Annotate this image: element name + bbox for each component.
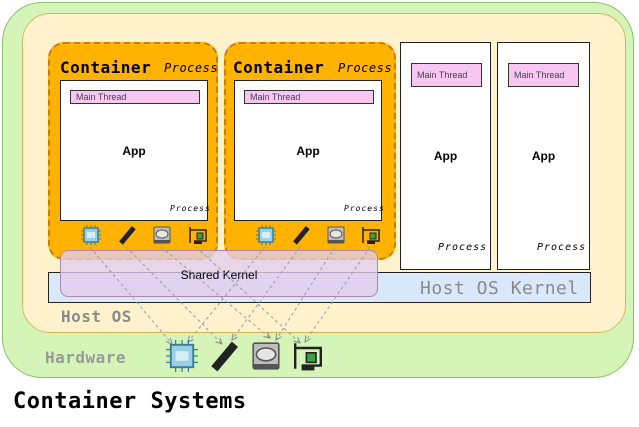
container-title: Container: [233, 58, 325, 77]
host-os-label: Host OS: [61, 307, 132, 326]
main-thread: Main Thread: [244, 90, 374, 104]
disk-icon: [250, 340, 282, 372]
main-thread: Main Thread: [411, 63, 482, 87]
disk-icon: [326, 225, 346, 245]
main-thread: Main Thread: [70, 90, 200, 104]
container-title: Container: [60, 58, 152, 77]
kernel-label: Host OS Kernel: [420, 278, 579, 299]
process-label: Process: [344, 204, 385, 213]
cpu-icon: [81, 225, 101, 245]
ram-icon: [291, 225, 311, 245]
app-label: App: [531, 149, 556, 163]
app-label: App: [433, 149, 458, 163]
hardware-label: Hardware: [45, 348, 127, 367]
main-thread: Main Thread: [508, 63, 579, 87]
shared-kernel-label: Shared Kernel: [180, 268, 258, 282]
process-label: Process: [537, 242, 587, 253]
disk-icon: [152, 225, 172, 245]
cpu-icon: [256, 225, 276, 245]
container-process-label: Process: [338, 61, 393, 75]
network-card-icon: [292, 340, 324, 372]
app-label: App: [296, 144, 320, 158]
ram-icon: [208, 340, 240, 372]
network-card-icon: [361, 225, 381, 245]
cpu-icon: [166, 340, 198, 372]
ram-icon: [117, 225, 137, 245]
app-label: App: [122, 144, 146, 158]
container-process-label: Process: [164, 61, 219, 75]
process-label: Process: [438, 242, 488, 253]
process-label: Process: [170, 204, 211, 213]
page-title: Container Systems: [13, 389, 247, 414]
network-card-icon: [188, 225, 208, 245]
